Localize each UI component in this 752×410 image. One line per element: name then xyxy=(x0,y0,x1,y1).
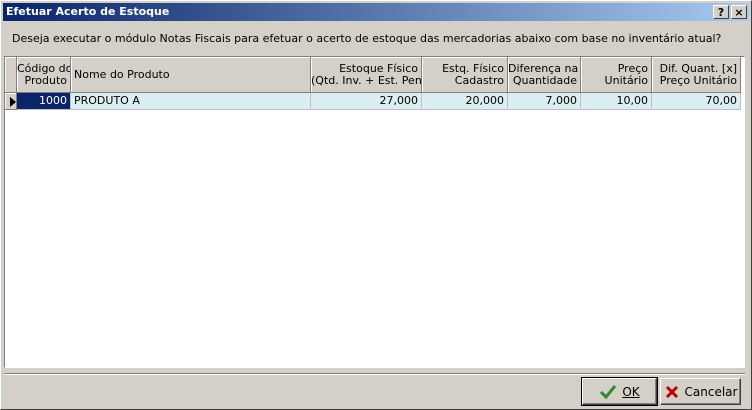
confirmation-message: Deseja executar o módulo Notas Fiscais p… xyxy=(12,32,722,45)
ok-label: OK xyxy=(622,384,640,399)
header-diferenca-line1: Diferença na xyxy=(508,61,579,75)
header-preco[interactable]: Preço Unitário xyxy=(581,57,652,93)
header-codigo[interactable]: Código do Produto xyxy=(17,57,71,93)
ok-button[interactable]: OK xyxy=(581,377,658,406)
header-indicator xyxy=(5,57,17,93)
cell-preco[interactable]: 10,00 xyxy=(581,93,652,110)
dialog-window: Efetuar Acerto de Estoque ? × Deseja exe… xyxy=(0,0,752,410)
cell-nome[interactable]: PRODUTO A xyxy=(71,93,311,110)
products-grid[interactable]: Código do Produto Nome do Produto Estoqu… xyxy=(4,56,745,368)
help-button[interactable]: ? xyxy=(713,5,729,19)
header-difpreco-line2: Preço Unitário xyxy=(659,73,737,87)
header-nome-label: Nome do Produto xyxy=(74,67,170,81)
current-row-indicator xyxy=(5,93,17,110)
header-codigo-line1: Código do xyxy=(17,61,71,75)
header-codigo-line2: Produto xyxy=(24,73,67,87)
cancel-x-icon xyxy=(665,385,678,398)
header-estoque-fisico[interactable]: Estoque Físico (Qtd. Inv. + Est. Pend) xyxy=(311,57,422,93)
header-difpreco-line1: Dif. Quant. [x] xyxy=(659,61,737,75)
cell-codigo[interactable]: 1000 xyxy=(17,93,71,110)
header-dif-preco[interactable]: Dif. Quant. [x] Preço Unitário xyxy=(652,57,741,93)
cell-diferenca[interactable]: 7,000 xyxy=(508,93,581,110)
header-cadastro-line2: Cadastro xyxy=(454,73,504,87)
cancel-label: Cancelar xyxy=(684,384,738,399)
header-preco-line2: Unitário xyxy=(604,73,648,87)
close-button[interactable]: × xyxy=(731,5,747,19)
row-arrow-icon xyxy=(10,97,16,107)
header-estq-cadastro[interactable]: Estq. Físico Cadastro xyxy=(422,57,508,93)
header-estoque-line1: Estoque Físico xyxy=(339,61,418,75)
cell-dif-preco[interactable]: 70,00 xyxy=(652,93,741,110)
checkmark-icon xyxy=(600,384,617,399)
header-diferenca[interactable]: Diferença na Quantidade xyxy=(508,57,581,93)
window-title: Efetuar Acerto de Estoque xyxy=(6,5,170,18)
cell-estq-cadastro[interactable]: 20,000 xyxy=(422,93,508,110)
cell-estoque-fisico[interactable]: 27,000 xyxy=(311,93,422,110)
header-cadastro-line1: Estq. Físico xyxy=(442,61,504,75)
title-bar[interactable]: Efetuar Acerto de Estoque ? × xyxy=(3,3,749,21)
header-nome[interactable]: Nome do Produto xyxy=(71,57,311,93)
header-estoque-line2: (Qtd. Inv. + Est. Pend) xyxy=(311,73,422,87)
header-preco-line1: Preço xyxy=(617,61,648,75)
header-diferenca-line2: Quantidade xyxy=(512,73,577,87)
footer-divider xyxy=(4,373,745,375)
cancel-button[interactable]: Cancelar xyxy=(660,378,741,405)
